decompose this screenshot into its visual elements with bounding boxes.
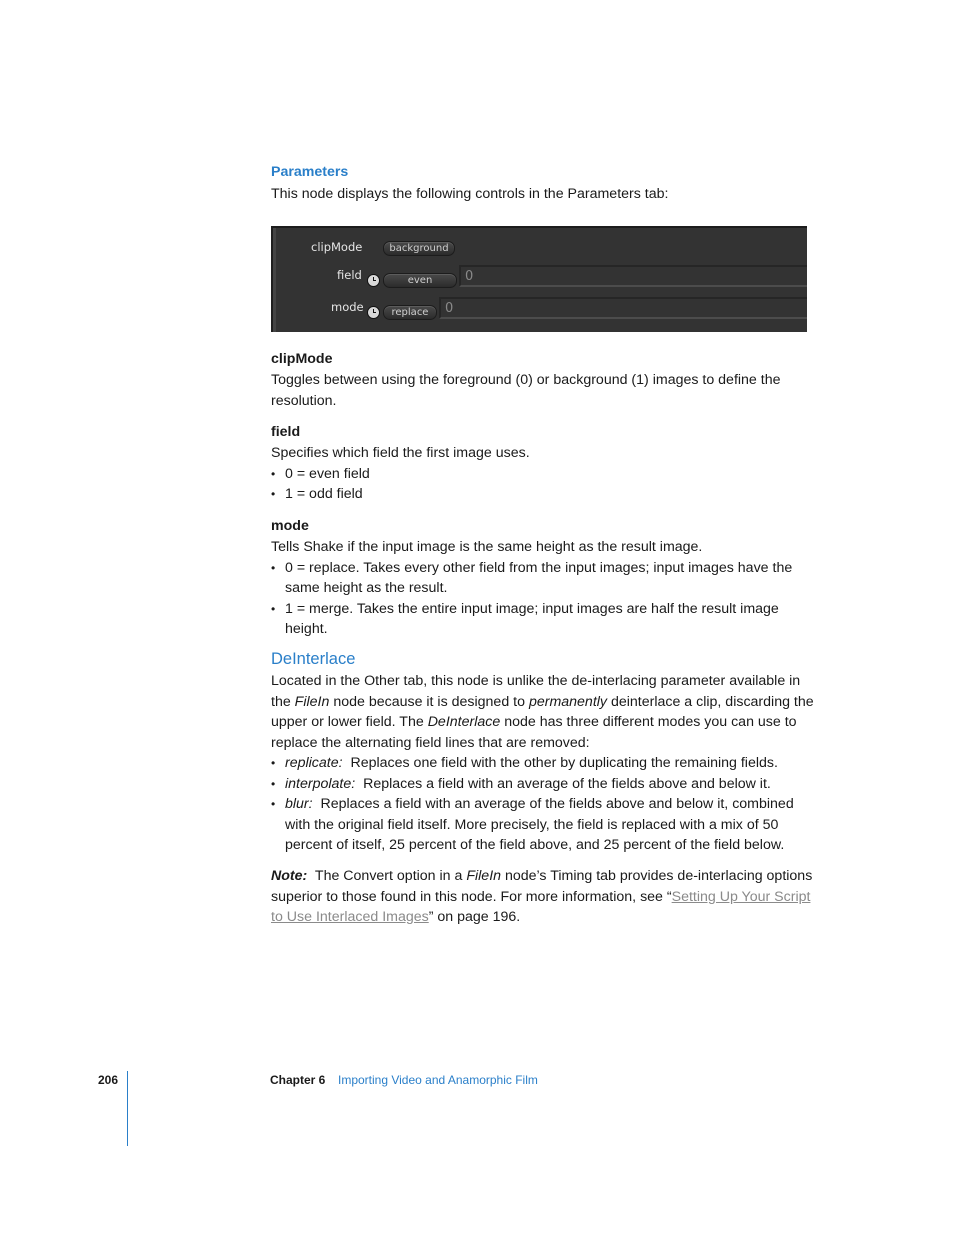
mode-term: interpolate: [285, 775, 356, 792]
list-item-text: 1 = merge. Takes the entire input image;… [285, 600, 779, 617]
param-clipmode-heading: clipMode [271, 351, 333, 367]
field-clock-icon[interactable] [367, 274, 380, 287]
list-item: • 1 = merge. Takes the entire input image… [271, 599, 792, 640]
text-span: upper or lower field. The [271, 714, 428, 730]
list-item-text: 1 = odd field [285, 486, 363, 502]
cross-reference-link[interactable]: Setting Up Your Script [672, 889, 811, 905]
text-line: upper or lower field. The DeInterlace no… [271, 712, 814, 733]
footer-chapter: Chapter 6 [270, 1073, 326, 1087]
param-mode-heading: mode [271, 518, 309, 534]
list-item-text: 0 = even field [285, 465, 370, 482]
text-span: node because it is designed to [329, 693, 529, 710]
parameters-heading: Parameters [271, 164, 349, 180]
list-item: • interpolate: Replaces a field with an a… [271, 774, 814, 795]
parameters-panel: clipMode background field even 0 mode re… [271, 226, 807, 332]
panel-label-clipmode: clipMode [311, 240, 363, 254]
text-line: Toggles between using the foreground (0)… [271, 372, 781, 388]
text-line: replace the alternating field lines that… [271, 734, 590, 751]
bullet: • [271, 756, 276, 770]
mode-toggle-button[interactable]: replace [383, 305, 437, 320]
mode-term: blur: [285, 796, 313, 812]
text-line: superior to those found in this node. Fo… [271, 887, 812, 908]
footer-chapter-title: Importing Video and Anamorphic Film [338, 1073, 538, 1087]
note-label: Note: [271, 868, 308, 884]
list-item: • blur: Replaces a field with an average … [271, 794, 814, 856]
text-span: the [271, 693, 295, 710]
text-line: Specifies which field the first image us… [271, 445, 530, 461]
footer-divider [127, 1071, 128, 1146]
emphasis-permanently: permanently [528, 693, 608, 710]
bullet: • [271, 487, 276, 501]
bullet: • [271, 601, 276, 616]
text-line: Located in the Other tab, this node is u… [271, 673, 801, 689]
text-line: the FileIn node because it is designed t… [271, 692, 814, 713]
text-line: Note: The Convert option in a FileIn nod… [271, 866, 812, 887]
deinterlace-paragraph: Located in the Other tab, this node is u… [271, 671, 814, 856]
list-item-text: Replaces one field with the other by dup… [350, 755, 778, 771]
list-item-text: Replaces a field with an average of the … [320, 796, 794, 812]
text-line: to Use Interlaced Images” on page 196. [271, 907, 812, 928]
bullet: • [271, 797, 276, 811]
cross-reference-link[interactable]: to Use Interlaced Images [271, 909, 429, 925]
list-item: • replicate: Replaces one field with the … [271, 753, 814, 774]
param-clipmode-desc: Toggles between using the foreground (0)… [271, 370, 781, 411]
list-item: • 1 = odd field [271, 484, 530, 505]
bullet: • [271, 560, 276, 575]
bullet: • [271, 466, 276, 481]
list-item-text: height. [285, 621, 328, 637]
text-span: superior to those found in this node. Fo… [271, 888, 672, 905]
text-span: The Convert option in a [314, 868, 467, 884]
list-item-text: Replaces a field with an average of the … [363, 775, 771, 792]
mode-clock-icon[interactable] [367, 306, 380, 319]
node-name-filein: FileIn [466, 868, 502, 884]
mode-term: replicate: [285, 755, 343, 771]
text-span: ” on page 196. [428, 909, 521, 925]
list-item: • 0 = replace. Takes every other field fr… [271, 558, 792, 599]
text-line: Tells Shake if the input image is the sa… [271, 539, 703, 555]
panel-label-field: field [337, 268, 362, 282]
text-span: node has three different modes you can u… [500, 714, 797, 730]
param-field-desc: Specifies which field the first image us… [271, 443, 530, 505]
page-number: 206 [98, 1073, 119, 1087]
note-paragraph: Note: The Convert option in a FileIn nod… [271, 866, 812, 928]
param-mode-desc: Tells Shake if the input image is the sa… [271, 537, 792, 640]
param-field-heading: field [271, 424, 301, 440]
text-span: node’s Timing tab provides de-interlacin… [501, 868, 813, 884]
parameters-intro: This node displays the following control… [271, 186, 669, 202]
list-item: • 0 = even field [271, 464, 530, 485]
field-value-input[interactable]: 0 [459, 265, 807, 287]
list-item-text: percent of itself, 25 percent of the fie… [285, 837, 785, 853]
mode-value-input[interactable]: 0 [439, 297, 807, 319]
text-line: resolution. [271, 392, 337, 409]
panel-left-border [273, 228, 276, 332]
list-item-text: with the original field itself. More pre… [285, 816, 779, 833]
clipmode-toggle-button[interactable]: background [383, 241, 455, 256]
field-toggle-button[interactable]: even [383, 273, 457, 288]
text-span: deinterlace a clip, discarding the [607, 693, 814, 710]
node-name-filein: FileIn [294, 693, 330, 710]
list-item-text: same height as the result. [285, 580, 448, 596]
node-name-deinterlace: DeInterlace [427, 714, 501, 730]
panel-label-mode: mode [331, 300, 364, 314]
list-item-text: 0 = replace. Takes every other field fro… [285, 559, 793, 576]
bullet: • [271, 776, 276, 791]
deinterlace-heading: DeInterlace [271, 650, 356, 668]
